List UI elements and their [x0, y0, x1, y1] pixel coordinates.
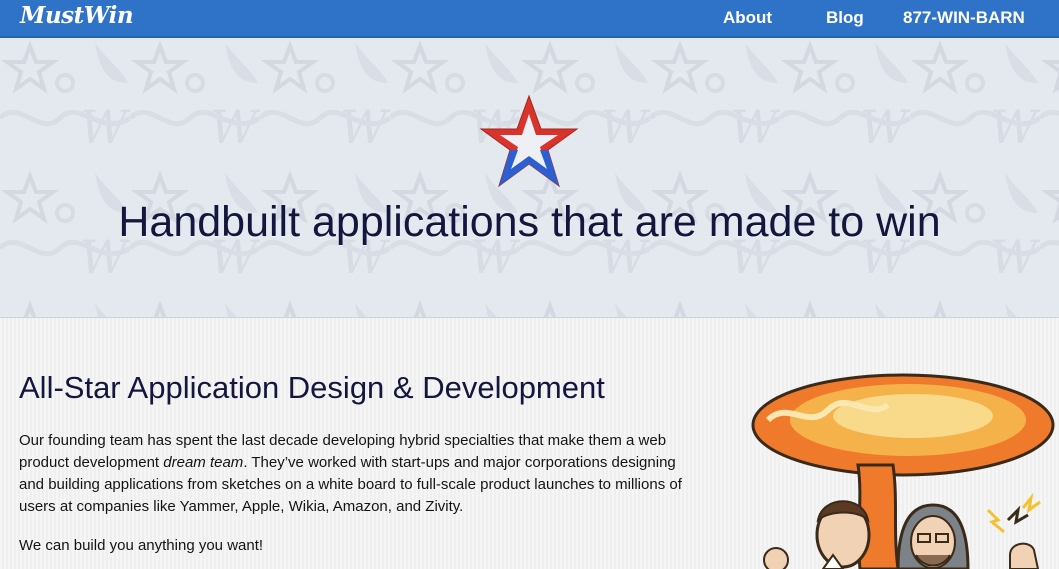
- mustwin-logo[interactable]: MustWin: [20, 2, 134, 29]
- hero-headline: Handbuilt applications that are made to …: [118, 198, 941, 246]
- top-navbar: MustWin About Blog 877-WIN-BARN: [0, 0, 1059, 38]
- intro-paragraph: Our founding team has spent the last dec…: [19, 430, 699, 518]
- nav-link-blog[interactable]: Blog: [826, 8, 864, 28]
- nav-link-about[interactable]: About: [723, 8, 772, 28]
- intro-emphasis: dream team: [163, 454, 244, 471]
- mushroom-cloud-illustration: [751, 373, 1055, 569]
- hero-banner: W Handbuilt applications that are made t…: [0, 38, 1059, 318]
- nav-link-phone[interactable]: 877-WIN-BARN: [903, 8, 1025, 28]
- main-content: All-Star Application Design & Developmen…: [0, 318, 1059, 569]
- section-title: All-Star Application Design & Developmen…: [19, 370, 605, 405]
- tagline-paragraph: We can build you anything you want!: [19, 537, 264, 554]
- star-logo-icon: [479, 94, 579, 188]
